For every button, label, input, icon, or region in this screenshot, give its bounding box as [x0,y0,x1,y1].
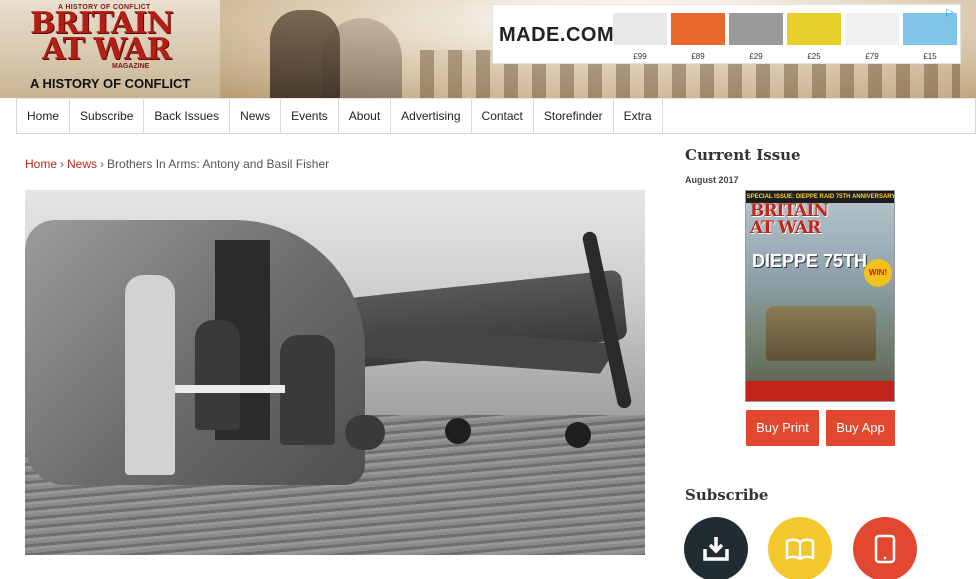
nav-tab-extra[interactable]: Extra [614,99,663,133]
subscribe-heading: Subscribe [685,486,769,504]
ad-product-price: £79 [865,52,879,61]
ad-product[interactable]: £79 [845,13,899,63]
site-header: A HISTORY OF CONFLICT BRITAIN AT WAR MAG… [0,0,976,98]
subscribe-print-button[interactable] [768,517,832,579]
header-figure-illustration [270,10,340,98]
main-nav: Home Subscribe Back Issues News Events About A… [16,98,976,134]
photo-seated-pilot [280,335,335,445]
logo-word-at-war: AT WAR [42,32,171,67]
ad-product[interactable]: £99 [613,13,667,63]
subscribe-app-button[interactable] [853,517,917,579]
photo-seated-officer [195,320,240,430]
cover-tank-image [766,306,876,361]
breadcrumb-news-link[interactable]: News [67,157,97,171]
nav-tab-about[interactable]: About [339,99,392,133]
photo-standing-pilot [125,275,175,475]
ad-product[interactable]: £89 [671,13,725,63]
adchoices-icon[interactable]: ▷ [944,7,956,19]
ad-product-price: £99 [633,52,647,61]
article-hero-photo [25,190,645,555]
ad-product[interactable]: £15 [903,13,957,63]
photo-dog [345,415,385,450]
nav-tab-storefinder[interactable]: Storefinder [534,99,614,133]
breadcrumb-separator: › [100,157,105,171]
current-issue-heading: Current Issue [685,146,801,164]
breadcrumb-separator: › [60,157,65,171]
cover-masthead: BRITAIN AT WAR [750,203,829,238]
cover-headline: DIEPPE 75TH [752,251,868,271]
ad-product-image [671,13,725,45]
ad-product-image [613,13,667,45]
banner-ad[interactable]: MADE.COM £99 £89 £29 £25 £79 £15 ▷ [492,4,961,64]
ad-product-price: £89 [691,52,705,61]
cover-title-line2: AT WAR [750,218,821,238]
ad-product-price: £15 [923,52,937,61]
nav-tab-subscribe[interactable]: Subscribe [70,99,145,133]
site-logo[interactable]: A HISTORY OF CONFLICT BRITAIN AT WAR MAG… [28,2,208,96]
cover-win-badge: WIN! [864,259,892,287]
ad-product-image [845,13,899,45]
buy-print-button[interactable]: Buy Print [746,410,819,446]
subscribe-download-button[interactable] [684,517,748,579]
logo-magazine-label: MAGAZINE [112,63,150,70]
breadcrumb-home-link[interactable]: Home [25,157,57,171]
ad-brand[interactable]: MADE.COM [499,24,614,47]
breadcrumb-current-page: Brothers In Arms: Antony and Basil Fishe… [107,157,330,171]
nav-tab-home[interactable]: Home [17,99,71,133]
nav-tab-back-issues[interactable]: Back Issues [144,99,231,133]
cover-bottom-strip [746,381,894,401]
buy-app-button[interactable]: Buy App [826,410,895,446]
nav-tab-contact[interactable]: Contact [472,99,534,133]
photo-aircraft-wheel [445,418,471,444]
ad-product-image [787,13,841,45]
ad-product-list: £99 £89 £29 £25 £79 £15 [613,13,957,63]
photo-aircraft-wheel [565,422,591,448]
site-tagline: A HISTORY OF CONFLICT [30,76,191,91]
download-icon [703,537,729,561]
tablet-icon [874,534,896,564]
breadcrumb: Home › News › Brothers In Arms: Antony and B… [25,157,329,171]
ad-product-price: £25 [807,52,821,61]
ad-product[interactable]: £25 [787,13,841,63]
nav-tab-news[interactable]: News [230,99,282,133]
ad-product-image [729,13,783,45]
nav-tab-advertising[interactable]: Advertising [391,99,472,133]
nav-tab-events[interactable]: Events [281,99,339,133]
magazine-cover[interactable]: SPECIAL ISSUE: DIEPPE RAID 75TH ANNIVERS… [745,190,895,402]
book-icon [785,538,815,561]
ad-product[interactable]: £29 [729,13,783,63]
photo-table [175,385,285,393]
issue-date: August 2017 [685,175,739,185]
ad-product-price: £29 [749,52,763,61]
